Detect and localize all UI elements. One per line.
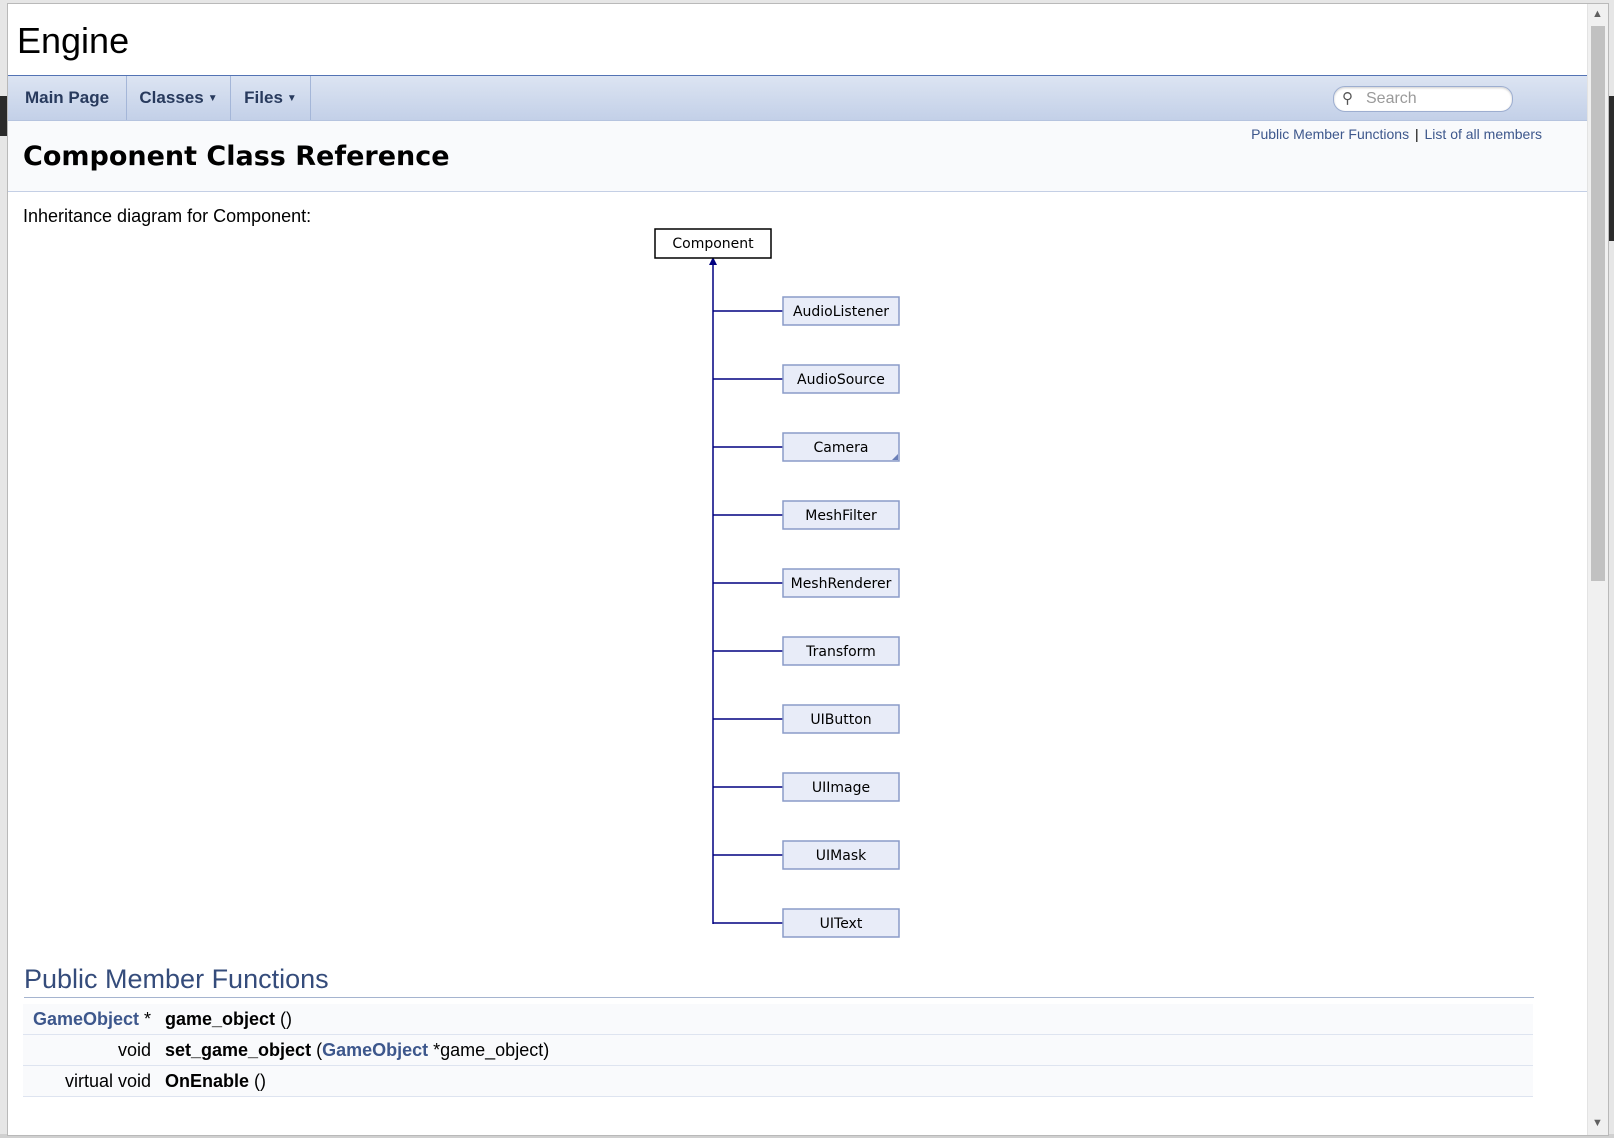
member-row: GameObject * game_object () [23,1004,1533,1035]
member-return-type: GameObject * [33,1009,151,1030]
arg-type-link[interactable]: GameObject [322,1040,428,1060]
member-function-link[interactable]: game_object [165,1009,275,1029]
member-args: () [249,1071,267,1091]
type-link[interactable]: GameObject [33,1009,139,1029]
background-strip [0,96,7,136]
doc-page: Engine Main Page Classes▼ Files▼ ⚲ Publi… [8,4,1588,1135]
derived-class-label[interactable]: MeshFilter [805,508,877,524]
member-row: virtual void OnEnable () [23,1066,1533,1097]
scrollbar-thumb[interactable] [1591,26,1605,581]
inheritance-diagram: AudioListener AudioSource Camera MeshFilter… [654,228,900,938]
section-rule [24,997,1534,998]
derived-class-label[interactable]: Transform [805,644,876,660]
scroll-up-icon[interactable]: ▲ [1592,8,1603,20]
member-args-open: ( [311,1040,323,1060]
derived-class-label[interactable]: UIMask [816,848,867,864]
member-table: GameObject * game_object () void set_gam… [23,1004,1533,1097]
type-suffix: * [138,1009,151,1029]
derived-class-label[interactable]: AudioSource [797,372,885,388]
derived-class-label[interactable]: UIImage [812,780,870,796]
derived-class-label[interactable]: Camera [814,440,869,456]
member-signature: game_object () [165,1009,292,1030]
derived-class-label[interactable]: AudioListener [793,304,889,320]
member-function-link[interactable]: OnEnable [165,1071,249,1091]
member-return-type: virtual void [64,1071,151,1091]
member-function-link[interactable]: set_game_object [165,1040,311,1060]
derived-class-label[interactable]: UIButton [810,712,871,728]
derived-class-label[interactable]: UIText [820,916,863,932]
derived-class-label[interactable]: MeshRenderer [791,576,892,592]
member-args-close: *game_object) [428,1040,550,1060]
browser-window: Engine Main Page Classes▼ Files▼ ⚲ Publi… [7,3,1609,1136]
member-signature: OnEnable () [165,1071,266,1092]
member-return-type: void [117,1040,151,1060]
base-class-label: Component [672,236,754,252]
member-row: void set_game_object (GameObject *game_o… [23,1035,1533,1066]
member-args: () [275,1009,293,1029]
scroll-down-icon[interactable]: ▼ [1592,1117,1603,1129]
member-signature: set_game_object (GameObject *game_object… [165,1040,549,1061]
vertical-scrollbar[interactable]: ▲ ▼ [1587,4,1608,1135]
section-title-public-member-functions: Public Member Functions [24,964,329,994]
